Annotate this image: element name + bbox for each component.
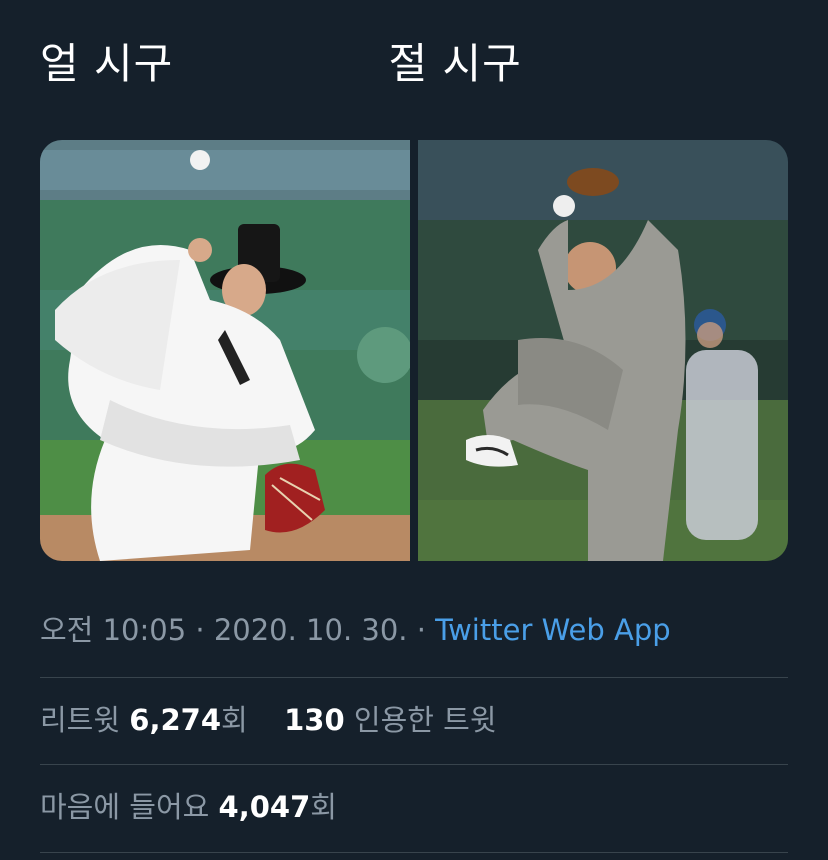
divider (40, 852, 788, 853)
tweet-date[interactable]: 2020. 10. 30. (214, 613, 408, 647)
retweets-count: 6,274 (129, 703, 221, 737)
retweets-unit: 회 (221, 703, 248, 737)
media-photo-left[interactable] (40, 140, 410, 561)
meta-separator: · (186, 613, 214, 647)
media-photo-right[interactable] (418, 140, 788, 561)
photo-monk-pitcher (418, 140, 788, 561)
divider (40, 764, 788, 765)
likes-stat[interactable]: 마음에 들어요 4,047회 (40, 783, 337, 831)
quotes-label: 인용한 트윗 (344, 703, 497, 737)
tweet-text: 얼 시구 절 시구 (40, 39, 522, 88)
tweet-meta: 오전 10:05 · 2020. 10. 30. · Twitter Web A… (40, 606, 671, 654)
divider (40, 677, 788, 678)
likes-unit: 회 (310, 790, 337, 824)
likes-count: 4,047 (218, 790, 311, 824)
meta-separator: · (407, 613, 436, 647)
media-grid (40, 140, 788, 561)
quotes-stat[interactable]: 130 인용한 트윗 (284, 703, 496, 737)
quotes-count: 130 (284, 703, 345, 737)
likes-label: 마음에 들어요 (40, 790, 219, 824)
stats-retweets-quotes: 리트윗 6,274회 130 인용한 트윗 (40, 696, 497, 744)
retweets-stat[interactable]: 리트윗 6,274회 (40, 703, 248, 737)
retweets-label: 리트윗 (40, 703, 130, 737)
tweet-detail: 얼 시구 절 시구 오전 10:05 · 2020. 10. 30. · Twi… (0, 0, 828, 860)
tweet-source-link[interactable]: Twitter Web App (435, 613, 671, 647)
tweet-time[interactable]: 오전 10:05 (40, 613, 186, 647)
photo-hanbok-pitcher (40, 140, 410, 561)
